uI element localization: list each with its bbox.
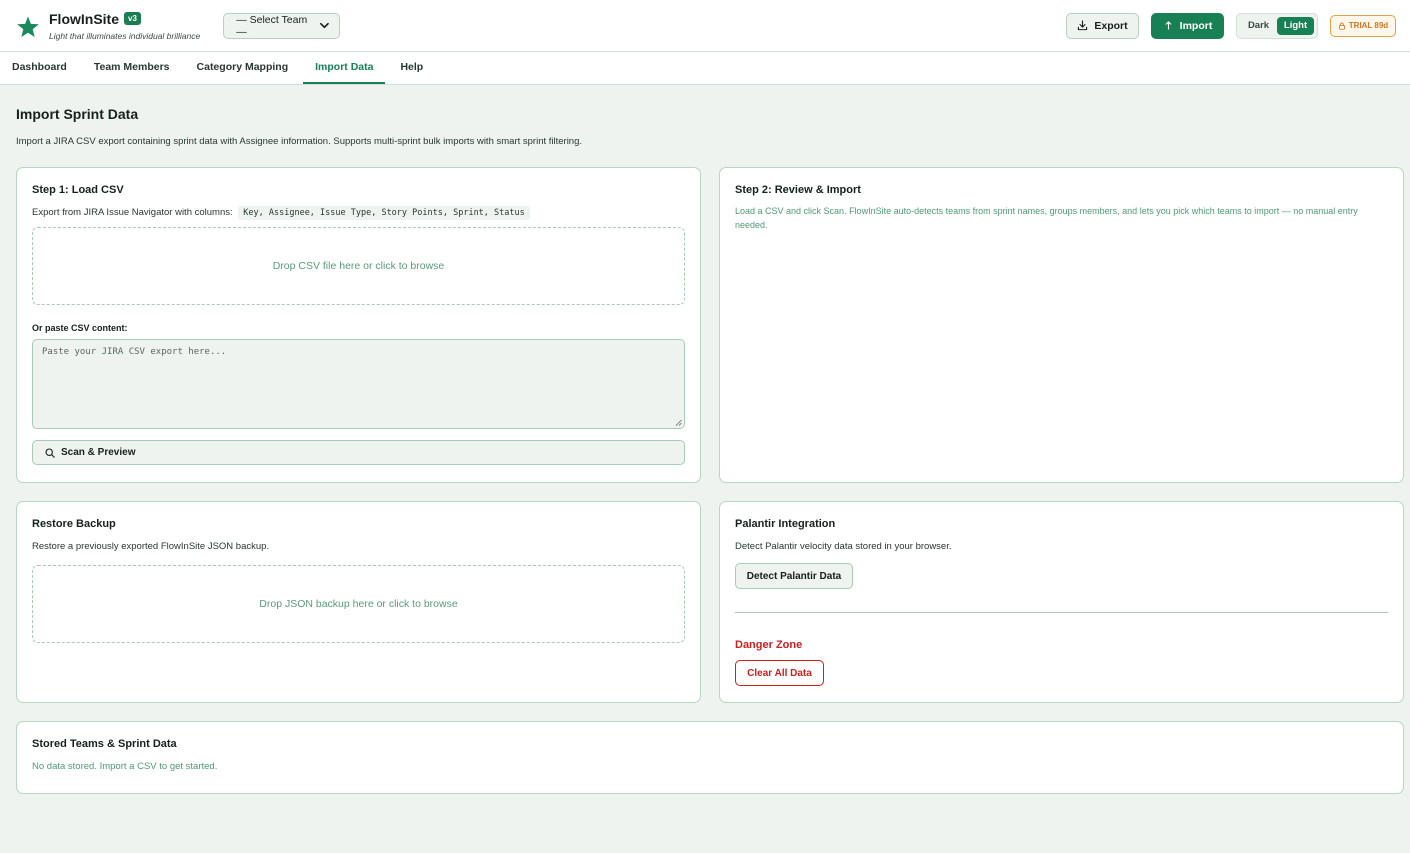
lock-icon <box>1338 22 1345 30</box>
page-description: Import a JIRA CSV export containing spri… <box>16 136 583 147</box>
version-badge: v3 <box>124 12 141 25</box>
restore-backup-card: Restore Backup Restore a previously expo… <box>16 501 701 703</box>
upload-arrow-icon <box>1165 21 1171 30</box>
restore-description: Restore a previously exported FlowInSite… <box>32 541 270 552</box>
brand-name: FlowInSite <box>49 10 119 27</box>
paste-label: Or paste CSV content: <box>32 323 128 333</box>
import-button[interactable]: Import <box>1151 12 1224 39</box>
palantir-title: Palantir Integration <box>735 518 836 530</box>
danger-zone-title: Danger Zone <box>735 639 803 651</box>
detect-palantir-button[interactable]: Detect Palantir Data <box>735 563 853 589</box>
theme-toggle: Dark Light <box>1236 12 1318 39</box>
step1-instruction-row: Export from JIRA Issue Navigator with co… <box>32 206 685 220</box>
page-title: Import Sprint Data <box>16 106 139 122</box>
csv-paste-textarea[interactable]: Paste your JIRA CSV export here... <box>32 339 685 429</box>
json-dropzone[interactable]: Drop JSON backup here or click to browse <box>32 565 685 643</box>
json-dropzone-label: Drop JSON backup here or click to browse <box>259 598 458 610</box>
star-icon <box>17 16 39 37</box>
clear-all-data-button[interactable]: Clear All Data <box>735 660 824 686</box>
tab-help[interactable]: Help <box>388 52 435 84</box>
section-divider <box>735 612 1388 613</box>
csv-dropzone[interactable]: Drop CSV file here or click to browse <box>32 227 685 305</box>
tab-category-mapping[interactable]: Category Mapping <box>185 52 301 84</box>
step2-card: Step 2: Review & Import Load a CSV and c… <box>719 167 1404 483</box>
resize-grip-icon[interactable] <box>675 419 682 426</box>
tab-team-members[interactable]: Team Members <box>82 52 182 84</box>
app-header: FlowInSite v3 Light that illuminates ind… <box>0 0 1410 52</box>
export-button[interactable]: Export <box>1066 12 1139 39</box>
step2-title: Step 2: Review & Import <box>735 184 861 196</box>
team-select-value: — Select Team — <box>236 13 308 38</box>
palantir-description: Detect Palantir velocity data stored in … <box>735 541 952 552</box>
step1-title: Step 1: Load CSV <box>32 184 124 196</box>
export-label: Export <box>1094 19 1128 32</box>
csv-paste-placeholder: Paste your JIRA CSV export here... <box>42 347 227 357</box>
step1-card: Step 1: Load CSV Export from JIRA Issue … <box>16 167 701 483</box>
tab-dashboard[interactable]: Dashboard <box>0 52 79 84</box>
search-icon <box>45 447 55 458</box>
stored-data-card: Stored Teams & Sprint Data No data store… <box>16 721 1404 794</box>
csv-dropzone-label: Drop CSV file here or click to browse <box>272 260 445 272</box>
theme-dark-option[interactable]: Dark <box>1240 20 1277 31</box>
logo: FlowInSite v3 Light that illuminates ind… <box>16 11 200 41</box>
tab-import-data[interactable]: Import Data <box>303 52 386 84</box>
tagline: Light that illuminates individual brilli… <box>49 30 201 41</box>
download-icon <box>1078 20 1088 31</box>
scan-preview-label: Scan & Preview <box>61 447 136 458</box>
scan-preview-button[interactable]: Scan & Preview <box>32 440 685 465</box>
theme-light-option[interactable]: Light <box>1277 16 1314 35</box>
clear-all-data-label: Clear All Data <box>747 667 812 679</box>
trial-label: TRIAL 89d <box>1348 21 1389 30</box>
team-select[interactable]: — Select Team — <box>223 12 341 39</box>
stored-empty-message: No data stored. Import a CSV to get star… <box>32 761 218 772</box>
detect-palantir-label: Detect Palantir Data <box>746 570 842 582</box>
csv-columns-code: Key, Assignee, Issue Type, Story Points,… <box>238 206 530 220</box>
restore-title: Restore Backup <box>32 518 116 530</box>
step2-hint: Load a CSV and click Scan. FlowInSite au… <box>735 206 1358 230</box>
step1-instruction: Export from JIRA Issue Navigator with co… <box>32 207 233 218</box>
main-nav: Dashboard Team Members Category Mapping … <box>0 52 1410 85</box>
stored-title: Stored Teams & Sprint Data <box>32 738 177 750</box>
trial-badge[interactable]: TRIAL 89d <box>1330 14 1396 37</box>
brand-block: FlowInSite v3 Light that illuminates ind… <box>49 11 200 41</box>
palantir-card: Palantir Integration Detect Palantir vel… <box>719 501 1404 703</box>
chevron-down-icon <box>320 22 330 29</box>
import-label: Import <box>1179 19 1213 32</box>
main-content: Import Sprint Data Import a JIRA CSV exp… <box>0 106 1410 147</box>
